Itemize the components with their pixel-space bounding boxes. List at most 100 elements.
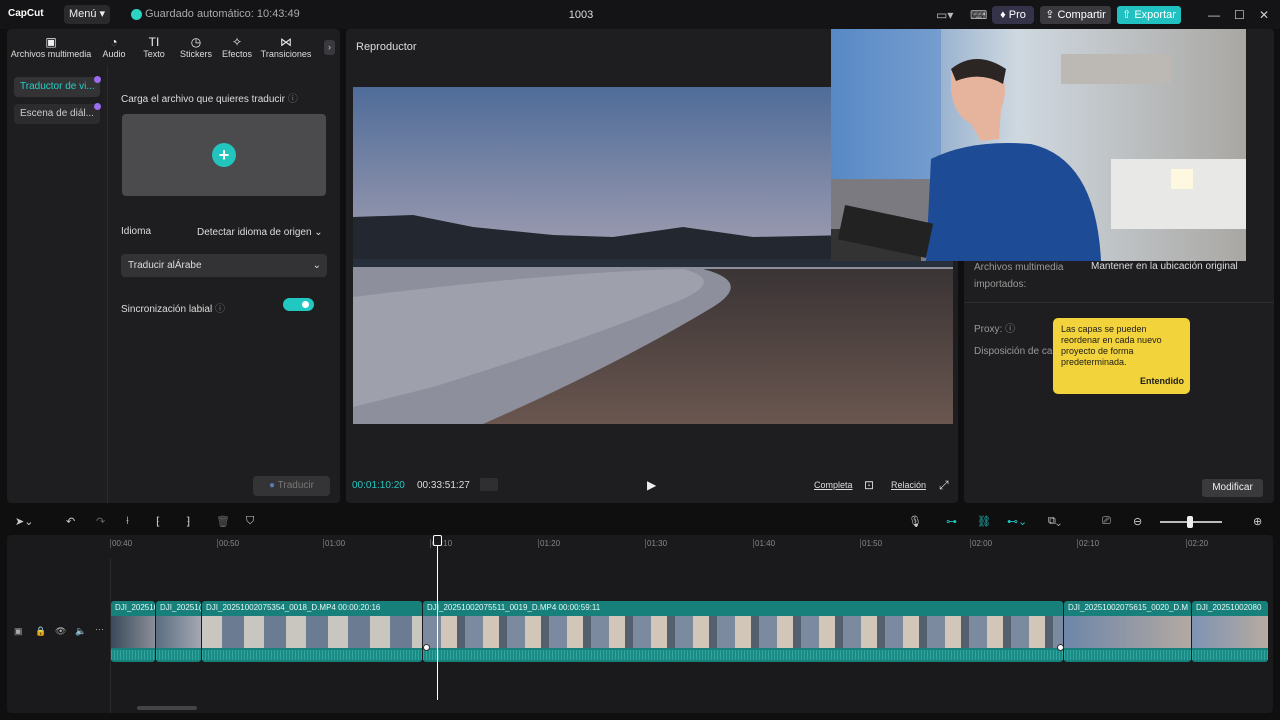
select-tool-icon[interactable]: ➤⌄: [15, 515, 33, 528]
link-icon[interactable]: ⛓: [977, 515, 991, 528]
zoom-in-icon[interactable]: ⊕: [1253, 515, 1262, 528]
timeline-clip[interactable]: DJI_20251002080: [1192, 601, 1268, 662]
timeline-clip[interactable]: DJI_202510(: [111, 601, 155, 662]
clip-label: DJI_20251002075615_0020_D.M: [1068, 603, 1189, 612]
play-icon[interactable]: ▶: [647, 478, 656, 492]
timeline-clip[interactable]: DJI_20251(: [156, 601, 201, 662]
tab-text[interactable]: TI Texto: [134, 36, 174, 59]
clip-label: DJI_20251002080: [1196, 603, 1262, 612]
clip-label: DJI_20251002075354_0018_D.MP4 00:00:20:1…: [206, 603, 381, 612]
modify-button[interactable]: Modificar: [1202, 479, 1263, 497]
sidebar-item-dialog-scene[interactable]: Escena de diál...: [14, 104, 100, 124]
clip-label: DJI_20251(: [160, 603, 201, 612]
tab-stickers[interactable]: ◷ Stickers: [175, 36, 217, 59]
tabs-scroll-right-icon[interactable]: ›: [324, 40, 335, 55]
tab-media[interactable]: ▣ Archivos multimedia: [8, 36, 94, 59]
speaker-icon[interactable]: 🔈: [75, 626, 86, 637]
webcam-person-image: [831, 29, 1246, 261]
tooltip-text: Las capas se pueden reordenar en cada nu…: [1061, 324, 1162, 367]
shield-icon[interactable]: ⛉: [246, 515, 254, 528]
add-icon[interactable]: +: [212, 143, 236, 167]
proxy-label-text: Proxy:: [974, 324, 1003, 335]
transitions-icon: ⋈: [280, 35, 292, 49]
keyframe-handle[interactable]: [1057, 644, 1064, 651]
ruler-tick: [110, 539, 111, 548]
close-icon[interactable]: ✕: [1259, 8, 1269, 22]
zoom-slider-handle[interactable]: [1187, 516, 1193, 528]
tooltip-ok-button[interactable]: Entendido: [1140, 376, 1184, 386]
snapshot-icon[interactable]: ⊡: [864, 478, 874, 492]
translate-button[interactable]: ● Traducir: [253, 476, 330, 496]
target-language-select[interactable]: Traducir alÁrabe ⌄: [121, 254, 327, 277]
audio-waveform: [423, 650, 1063, 660]
zoom-out-icon[interactable]: ⊖: [1133, 515, 1142, 528]
caption-icon[interactable]: ⎚: [1102, 515, 1111, 528]
tab-transitions[interactable]: ⋈ Transiciones: [258, 36, 314, 59]
playhead[interactable]: [437, 538, 438, 700]
track-cover-icon[interactable]: ▣: [14, 626, 23, 637]
timeline-clip[interactable]: DJI_20251002075511_0019_D.MP4 00:00:59:1…: [423, 601, 1063, 662]
tab-effects[interactable]: ✧ Efectos: [217, 36, 257, 59]
tab-label: Transiciones: [260, 49, 312, 59]
sidebar-item-video-translator[interactable]: Traductor de vi...: [14, 77, 100, 97]
timeline-scrollbar[interactable]: [137, 706, 197, 710]
playhead-handle[interactable]: [433, 535, 442, 546]
proxy-label: Proxy: ⓘ: [974, 320, 1015, 335]
ruler-label: 01:40: [755, 539, 776, 548]
undo-icon[interactable]: ↶: [66, 515, 75, 528]
source-language-select[interactable]: Detectar idioma de origen ⌄: [197, 227, 323, 238]
split-icon[interactable]: ⟊: [126, 515, 129, 528]
imported-media-label-2: importados:: [974, 279, 1027, 290]
audio-icon: ◔: [110, 35, 118, 49]
split-screen-icon[interactable]: ⧉⌄: [1048, 515, 1061, 528]
redo-icon[interactable]: ↷: [96, 515, 105, 528]
tab-label: Stickers: [179, 49, 212, 59]
info-icon: ⓘ: [1005, 324, 1016, 335]
ruler-tick: [753, 539, 754, 548]
ruler-tick: [538, 539, 539, 548]
keyframe-handle[interactable]: [423, 644, 430, 651]
minimize-icon[interactable]: —: [1208, 8, 1220, 22]
layout-icon[interactable]: ▭▾: [936, 8, 953, 22]
maximize-icon[interactable]: ☐: [1234, 8, 1245, 22]
audio-waveform: [111, 650, 155, 660]
magnet-icon[interactable]: ⊶: [946, 515, 957, 528]
upload-label: Carga el archivo que quieres traducir ⓘ: [121, 90, 298, 105]
ruler-tick: [970, 539, 971, 548]
eye-icon[interactable]: 👁: [55, 626, 66, 637]
tab-audio[interactable]: ◔ Audio: [95, 36, 133, 59]
more-icon[interactable]: ⋯: [95, 624, 104, 635]
clip-thumbnails: [202, 616, 422, 648]
preview-axis-icon[interactable]: ⊷⌄: [1007, 515, 1027, 528]
ruler-label: 02:00: [972, 539, 993, 548]
ratio-button[interactable]: Relación: [891, 480, 926, 490]
tab-label: Efectos: [221, 49, 252, 59]
share-label: Compartir: [1057, 9, 1106, 21]
pro-button[interactable]: ♦ Pro: [992, 6, 1034, 24]
clip-thumbnails: [423, 616, 1063, 648]
shortcuts-icon[interactable]: ⌨: [970, 8, 987, 22]
microphone-icon[interactable]: 🎙: [908, 515, 922, 528]
delete-icon[interactable]: 🗑: [216, 515, 230, 528]
source-language-value: Detectar idioma de origen: [197, 227, 312, 238]
clip-label: DJI_20251002075511_0019_D.MP4 00:00:59:1…: [427, 603, 601, 612]
pro-badge-icon: [94, 76, 101, 83]
trim-right-icon[interactable]: ⁆: [186, 515, 190, 528]
lipsync-label-text: Sincronización labial: [121, 304, 213, 315]
lipsync-toggle[interactable]: [283, 298, 314, 311]
ruler-tick: [217, 539, 218, 548]
trim-left-icon[interactable]: ⁅: [156, 515, 160, 528]
share-button[interactable]: ⇪ Compartir: [1040, 6, 1111, 24]
fullscreen-icon[interactable]: ⤢: [939, 478, 949, 493]
timeline-view-icon[interactable]: [480, 478, 498, 491]
export-button[interactable]: ⇧ Exportar: [1117, 6, 1181, 24]
full-quality-button[interactable]: Completa: [814, 480, 853, 490]
timeline-clip[interactable]: DJI_20251002075354_0018_D.MP4 00:00:20:1…: [202, 601, 422, 662]
imported-media-value[interactable]: Mantener en la ubicación original: [1091, 261, 1238, 272]
timeline-clip[interactable]: DJI_20251002075615_0020_D.M: [1064, 601, 1191, 662]
audio-waveform: [1064, 650, 1191, 660]
ruler-tick: [430, 539, 431, 548]
pro-badge-icon: [94, 103, 101, 110]
export-label: Exportar: [1134, 9, 1176, 21]
lock-icon[interactable]: 🔒: [35, 626, 46, 637]
